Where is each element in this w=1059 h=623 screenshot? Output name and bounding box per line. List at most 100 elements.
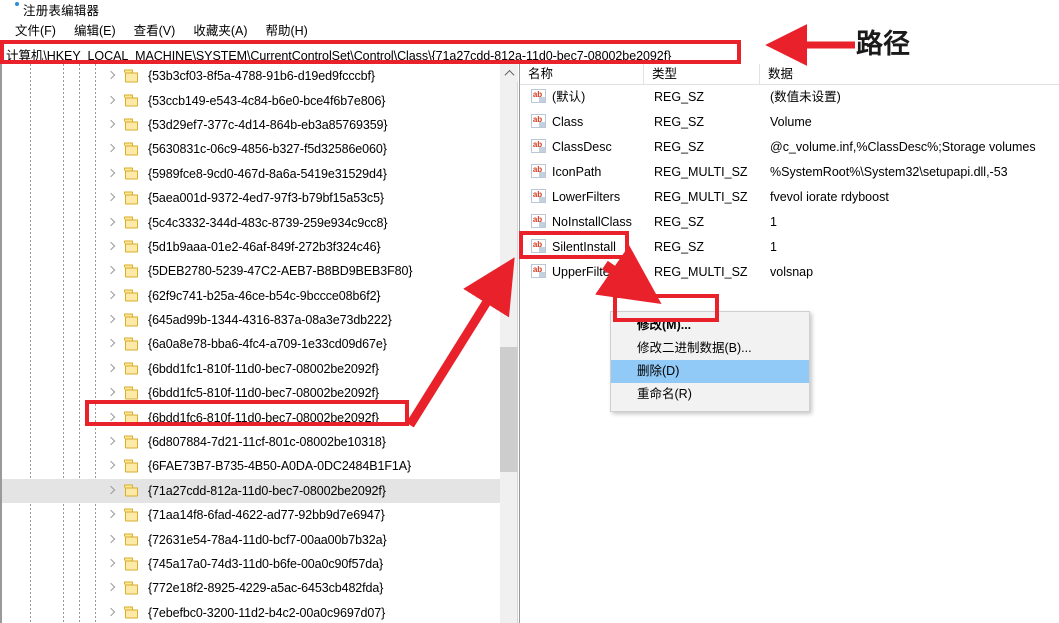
chevron-right-icon[interactable] <box>106 193 116 203</box>
tree-item[interactable]: {5c4c3332-344d-483c-8739-259e934c9cc8} <box>2 210 500 234</box>
chevron-right-icon[interactable] <box>106 559 116 569</box>
tree-item[interactable]: {72631e54-78a4-11d0-bcf7-00aa00b7b32a} <box>2 527 500 551</box>
tree-item-label: {7ebefbc0-3200-11d2-b4c2-00a0c9697d07} <box>148 605 386 620</box>
chevron-right-icon[interactable] <box>106 291 116 301</box>
column-type[interactable]: 类型 <box>644 64 760 85</box>
value-type: REG_SZ <box>654 240 705 254</box>
tree-item[interactable]: {7ebefbc0-3200-11d2-b4c2-00a0c9697d07} <box>2 601 500 623</box>
tree-item-label: {71aa14f8-6fad-4622-ad77-92bb9d7e6947} <box>148 508 385 523</box>
tree-item[interactable]: {53b3cf03-8f5a-4788-91b6-d19ed9fcccbf} <box>2 64 500 88</box>
tree-item[interactable]: {772e18f2-8925-4229-a5ac-6453cb482fda} <box>2 576 500 600</box>
tree-item[interactable]: {6a0a8e78-bba6-4fc4-a709-1e33cd09d67e} <box>2 332 500 356</box>
string-value-icon: ab <box>531 89 546 103</box>
value-data: 1 <box>770 215 777 229</box>
tree-item-label: {6bdd1fc6-810f-11d0-bec7-08002be2092f} <box>148 410 379 425</box>
tree-rows: {53b3cf03-8f5a-4788-91b6-d19ed9fcccbf} {5… <box>2 64 500 623</box>
registry-path-input[interactable]: 计算机\HKEY_LOCAL_MACHINE\SYSTEM\CurrentCon… <box>2 42 1057 62</box>
value-row[interactable]: ab Class REG_SZ Volume <box>520 110 1059 135</box>
value-row[interactable]: ab ClassDesc REG_SZ @c_volume.inf,%ClassDes… <box>520 135 1059 160</box>
tree-item[interactable]: {53d29ef7-377c-4d14-864b-eb3a85769359} <box>2 113 500 137</box>
menu-favorites[interactable]: 收藏夹(A) <box>184 19 256 40</box>
folder-icon <box>124 313 140 327</box>
tree-item[interactable]: {5630831c-06c9-4856-b327-f5d32586e060} <box>2 137 500 161</box>
tree-item[interactable]: {6bdd1fc1-810f-11d0-bec7-08002be2092f} <box>2 357 500 381</box>
ctx-rename[interactable]: 重命名(R) <box>611 383 809 406</box>
value-row[interactable]: ab SilentInstall REG_SZ 1 <box>520 235 1059 260</box>
value-type: REG_MULTI_SZ <box>654 265 748 279</box>
value-name: ClassDesc <box>552 140 612 154</box>
string-value-icon: ab <box>531 139 546 153</box>
tree-item[interactable]: {745a17a0-74d3-11d0-b6fe-00a0c90f57da} <box>2 552 500 576</box>
value-row[interactable]: ab LowerFilters REG_MULTI_SZ fvevol iorate … <box>520 185 1059 210</box>
string-value-icon: ab <box>531 114 546 128</box>
tree-item[interactable]: {5d1b9aaa-01e2-46af-849f-272b3f324c46} <box>2 235 500 259</box>
tree-item[interactable]: {6d807884-7d21-11cf-801c-08002be10318} <box>2 430 500 454</box>
chevron-right-icon[interactable] <box>106 315 116 325</box>
tree-item[interactable]: {5aea001d-9372-4ed7-97f3-b79bf15a53c5} <box>2 186 500 210</box>
tree-item[interactable]: {53ccb149-e543-4c84-b6e0-bce4f6b7e806} <box>2 88 500 112</box>
tree-item[interactable]: {5DEB2780-5239-47C2-AEB7-B8BD9BEB3F80} <box>2 259 500 283</box>
column-name[interactable]: 名称 <box>520 64 644 85</box>
chevron-right-icon[interactable] <box>106 388 116 398</box>
tree-item[interactable]: {6FAE73B7-B735-4B50-A0DA-0DC2484B1F1A} <box>2 454 500 478</box>
string-value-icon: ab <box>531 189 546 203</box>
ctx-delete[interactable]: 删除(D) <box>611 360 809 383</box>
value-row[interactable]: ab UpperFilters REG_MULTI_SZ volsnap <box>520 260 1059 285</box>
context-menu[interactable]: 修改(M)... 修改二进制数据(B)... 删除(D) 重命名(R) <box>610 311 810 412</box>
menu-file[interactable]: 文件(F) <box>6 19 65 40</box>
scrollbar-thumb[interactable] <box>500 347 518 472</box>
ctx-modify[interactable]: 修改(M)... <box>611 314 809 337</box>
ctx-modify-binary[interactable]: 修改二进制数据(B)... <box>611 337 809 360</box>
scroll-up-icon[interactable] <box>500 64 518 82</box>
chevron-right-icon[interactable] <box>106 510 116 520</box>
chevron-right-icon[interactable] <box>106 266 116 276</box>
chevron-right-icon[interactable] <box>106 242 116 252</box>
folder-icon <box>124 142 140 156</box>
tree-item[interactable]: {71a27cdd-812a-11d0-bec7-08002be2092f} <box>2 478 500 504</box>
value-row[interactable]: ab (默认) REG_SZ (数值未设置) <box>520 85 1059 110</box>
chevron-right-icon[interactable] <box>106 608 116 618</box>
tree-item[interactable]: {71aa14f8-6fad-4622-ad77-92bb9d7e6947} <box>2 503 500 527</box>
folder-icon <box>124 118 140 131</box>
tree-item-label: {5989fce8-9cd0-467d-8a6a-5419e31529d4} <box>148 166 387 181</box>
value-row[interactable]: ab NoInstallClass REG_SZ 1 <box>520 210 1059 235</box>
address-bar-container: 计算机\HKEY_LOCAL_MACHINE\SYSTEM\CurrentCon… <box>0 41 1059 63</box>
value-row[interactable]: ab IconPath REG_MULTI_SZ %SystemRoot%\Syste… <box>520 160 1059 185</box>
folder-icon <box>124 606 140 619</box>
value-data: Volume <box>770 115 812 129</box>
chevron-right-icon[interactable] <box>106 218 116 228</box>
chevron-right-icon[interactable] <box>106 437 116 447</box>
chevron-right-icon[interactable] <box>106 169 116 179</box>
chevron-right-icon[interactable] <box>106 486 116 496</box>
tree-item[interactable]: {6bdd1fc5-810f-11d0-bec7-08002be2092f} <box>2 381 500 405</box>
chevron-right-icon[interactable] <box>106 413 116 423</box>
tree-item-label: {6d807884-7d21-11cf-801c-08002be10318} <box>148 435 386 450</box>
value-name: SilentInstall <box>552 240 616 254</box>
chevron-right-icon[interactable] <box>106 71 116 81</box>
column-data[interactable]: 数据 <box>760 64 1059 85</box>
folder-icon <box>124 216 140 229</box>
chevron-right-icon[interactable] <box>106 364 116 374</box>
menu-view[interactable]: 查看(V) <box>125 19 185 40</box>
menu-edit[interactable]: 编辑(E) <box>65 19 125 40</box>
tree-vertical-scrollbar[interactable] <box>500 64 518 623</box>
tree-item-label: {5aea001d-9372-4ed7-97f3-b79bf15a53c5} <box>148 191 385 206</box>
chevron-right-icon[interactable] <box>106 583 116 593</box>
menu-help[interactable]: 帮助(H) <box>256 19 316 40</box>
value-type: REG_MULTI_SZ <box>654 165 748 179</box>
chevron-right-icon[interactable] <box>106 120 116 130</box>
chevron-right-icon[interactable] <box>106 144 116 154</box>
tree-item[interactable]: {6bdd1fc6-810f-11d0-bec7-08002be2092f} <box>2 405 500 429</box>
tree-item-label: {6bdd1fc1-810f-11d0-bec7-08002be2092f} <box>148 361 379 376</box>
tree-item[interactable]: {645ad99b-1344-4316-837a-08a3e73db222} <box>2 308 500 332</box>
tree-item-label: {5DEB2780-5239-47C2-AEB7-B8BD9BEB3F80} <box>148 264 413 279</box>
tree-item[interactable]: {62f9c741-b25a-46ce-b54c-9bccce08b6f2} <box>2 284 500 308</box>
folder-icon <box>124 240 140 253</box>
chevron-right-icon[interactable] <box>106 461 116 471</box>
registry-key-tree[interactable]: {53b3cf03-8f5a-4788-91b6-d19ed9fcccbf} {5… <box>0 64 500 623</box>
chevron-right-icon[interactable] <box>106 96 116 106</box>
tree-item[interactable]: {5989fce8-9cd0-467d-8a6a-5419e31529d4} <box>2 162 500 186</box>
value-name: LowerFilters <box>552 190 621 204</box>
chevron-right-icon[interactable] <box>106 339 116 349</box>
chevron-right-icon[interactable] <box>106 535 116 545</box>
